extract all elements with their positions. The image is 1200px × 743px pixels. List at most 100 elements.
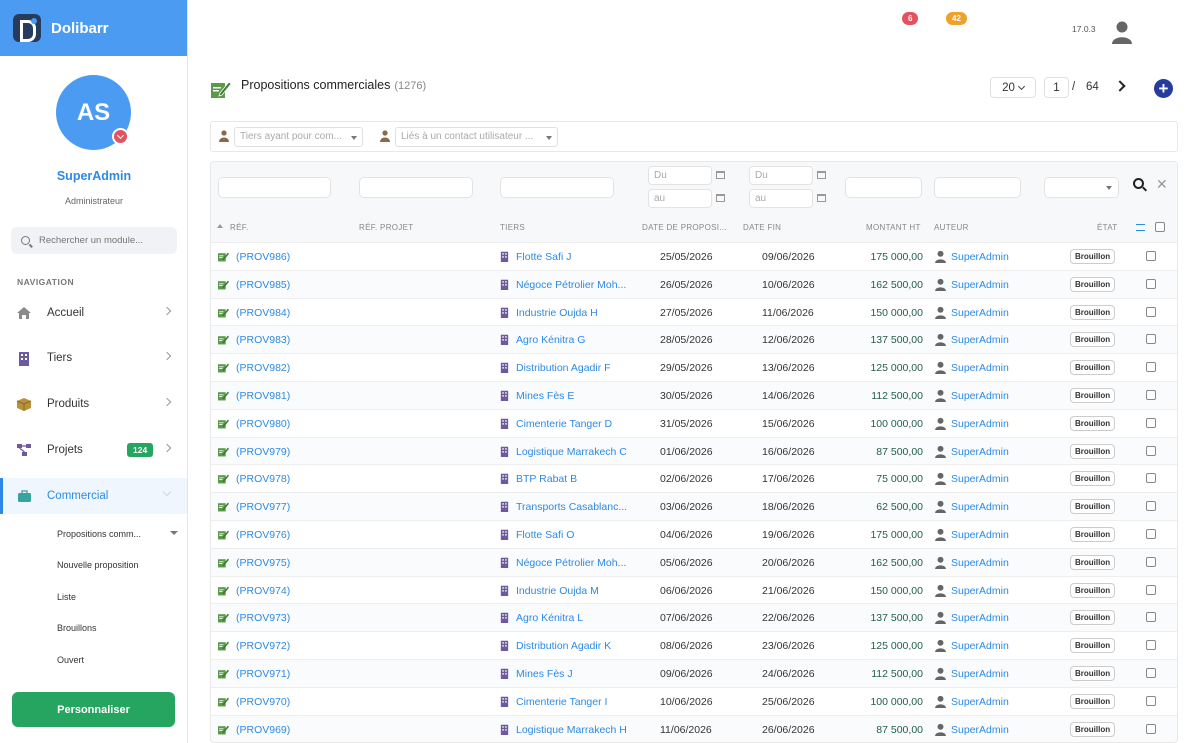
table-row[interactable]: (PROV974) Industrie Oujda M 06/06/2026 21/0… (211, 575, 1177, 604)
row-checkbox[interactable] (1146, 417, 1156, 428)
author-link[interactable]: SuperAdmin (951, 334, 1009, 346)
row-checkbox[interactable] (1146, 501, 1156, 512)
col-date-end[interactable]: DATE FIN (743, 223, 781, 232)
table-row[interactable]: (PROV975) Négoce Pétrolier Moh... 05/06/20… (211, 547, 1177, 576)
row-checkbox[interactable] (1146, 445, 1156, 456)
search-project-input[interactable] (359, 177, 473, 198)
author-link[interactable]: SuperAdmin (951, 529, 1009, 541)
author-link[interactable]: SuperAdmin (951, 418, 1009, 430)
author-link[interactable]: SuperAdmin (951, 696, 1009, 708)
date-prop-to-input[interactable]: au (648, 189, 712, 208)
table-row[interactable]: (PROV970) Cimenterie Tanger I 10/06/2026 25… (211, 686, 1177, 715)
search-icon[interactable] (1133, 178, 1144, 189)
user-menu-icon[interactable] (1112, 20, 1132, 44)
nav-item-accueil[interactable]: Accueil (0, 295, 187, 331)
next-page-icon[interactable] (1114, 80, 1126, 92)
table-row[interactable]: (PROV977) Transports Casablanc... 03/06/20… (211, 492, 1177, 520)
proposal-ref-link[interactable]: (PROV982) (236, 362, 290, 374)
col-amount[interactable]: MONTANT HT (866, 223, 921, 232)
add-proposal-button[interactable]: + (1154, 79, 1173, 98)
proposal-ref-link[interactable]: (PROV972) (236, 640, 290, 652)
brand-header[interactable]: Dolibarr (0, 0, 187, 56)
proposal-ref-link[interactable]: (PROV980) (236, 418, 290, 430)
table-row[interactable]: (PROV973) Agro Kénitra L 07/06/2026 22/06/2… (211, 603, 1177, 632)
tiers-link[interactable]: Agro Kénitra G (516, 334, 585, 346)
tiers-link[interactable]: Flotte Safi O (516, 529, 574, 541)
table-row[interactable]: (PROV981) Mines Fès E 30/05/2026 14/06/2026… (211, 381, 1177, 409)
search-amount-input[interactable] (845, 177, 922, 198)
sub-item-ouvert[interactable]: Ouvert (57, 655, 84, 665)
row-checkbox[interactable] (1146, 251, 1156, 261)
avatar-dropdown-icon[interactable] (112, 128, 129, 145)
tiers-link[interactable]: Agro Kénitra L (516, 612, 583, 624)
row-checkbox[interactable] (1146, 390, 1156, 400)
author-link[interactable]: SuperAdmin (951, 668, 1009, 680)
row-checkbox[interactable] (1146, 278, 1156, 289)
col-status[interactable]: ÉTAT (1097, 223, 1117, 232)
col-ref-project[interactable]: RÉF. PROJET (359, 223, 413, 232)
author-link[interactable]: SuperAdmin (951, 307, 1009, 319)
table-row[interactable]: (PROV969) Logistique Marrakech H 11/06/202… (211, 714, 1177, 742)
table-row[interactable]: (PROV984) Industrie Oujda H 27/05/2026 11/0… (211, 297, 1177, 326)
sort-asc-icon[interactable] (217, 224, 223, 228)
sub-item-liste[interactable]: Liste (57, 592, 76, 602)
author-link[interactable]: SuperAdmin (951, 390, 1009, 402)
author-link[interactable]: SuperAdmin (951, 251, 1009, 263)
tiers-link[interactable]: Distribution Agadir K (516, 640, 611, 652)
table-row[interactable]: (PROV972) Distribution Agadir K 08/06/2026… (211, 631, 1177, 659)
column-list-icon[interactable] (1136, 224, 1145, 231)
table-row[interactable]: (PROV983) Agro Kénitra G 28/05/2026 12/06/2… (211, 325, 1177, 354)
author-link[interactable]: SuperAdmin (951, 473, 1009, 485)
select-all-checkbox[interactable] (1155, 222, 1165, 232)
row-checkbox[interactable] (1146, 668, 1156, 678)
table-row[interactable]: (PROV980) Cimenterie Tanger D 31/05/2026 15… (211, 408, 1177, 437)
customize-button[interactable]: Personnaliser (12, 692, 175, 727)
proposal-ref-link[interactable]: (PROV979) (236, 446, 290, 458)
tiers-link[interactable]: Distribution Agadir F (516, 362, 611, 374)
row-checkbox[interactable] (1146, 334, 1156, 345)
table-row[interactable]: (PROV982) Distribution Agadir F 29/05/2026… (211, 353, 1177, 381)
proposal-ref-link[interactable]: (PROV973) (236, 612, 290, 624)
row-checkbox[interactable] (1146, 695, 1156, 706)
search-status-select[interactable] (1044, 177, 1119, 198)
close-icon[interactable]: ✕ (1156, 176, 1168, 193)
proposal-ref-link[interactable]: (PROV975) (236, 557, 290, 569)
alert-badge[interactable]: 42 (946, 12, 967, 25)
row-checkbox[interactable] (1146, 584, 1156, 595)
col-ref[interactable]: RÉF. (230, 223, 249, 232)
proposal-ref-link[interactable]: (PROV974) (236, 585, 290, 597)
proposal-ref-link[interactable]: (PROV971) (236, 668, 290, 680)
tiers-link[interactable]: Cimenterie Tanger D (516, 418, 612, 430)
search-author-input[interactable] (934, 177, 1021, 198)
row-checkbox[interactable] (1146, 529, 1156, 539)
table-row[interactable]: (PROV986) Flotte Safi J 25/05/2026 09/06/20… (211, 242, 1177, 270)
calendar-icon[interactable] (817, 171, 826, 179)
tiers-link[interactable]: Flotte Safi J (516, 251, 571, 263)
proposal-ref-link[interactable]: (PROV985) (236, 279, 290, 291)
tiers-link[interactable]: Mines Fès E (516, 390, 574, 402)
tiers-link[interactable]: BTP Rabat B (516, 473, 577, 485)
col-date-prop[interactable]: DATE DE PROPOSI... (642, 223, 727, 232)
proposal-ref-link[interactable]: (PROV977) (236, 501, 290, 513)
proposal-ref-link[interactable]: (PROV984) (236, 307, 290, 319)
nav-item-tiers[interactable]: Tiers (0, 340, 187, 376)
tiers-link[interactable]: Transports Casablanc... (516, 501, 627, 513)
proposal-ref-link[interactable]: (PROV976) (236, 529, 290, 541)
tiers-link[interactable]: Logistique Marrakech C (516, 446, 627, 458)
date-end-from-input[interactable]: Du (749, 166, 813, 185)
notification-badge[interactable]: 6 (902, 12, 919, 25)
search-tiers-input[interactable] (500, 177, 614, 198)
table-row[interactable]: (PROV979) Logistique Marrakech C 01/06/202… (211, 436, 1177, 465)
table-row[interactable]: (PROV985) Négoce Pétrolier Moh... 26/05/20… (211, 269, 1177, 298)
tiers-link[interactable]: Logistique Marrakech H (516, 724, 627, 736)
per-page-select[interactable]: 20 (990, 77, 1036, 98)
table-row[interactable]: (PROV971) Mines Fès J 09/06/2026 24/06/2026… (211, 659, 1177, 687)
caret-down-icon[interactable] (170, 531, 178, 535)
contact-filter-select[interactable]: Liés à un contact utilisateur ... (395, 127, 558, 147)
author-link[interactable]: SuperAdmin (951, 640, 1009, 652)
author-link[interactable]: SuperAdmin (951, 446, 1009, 458)
author-link[interactable]: SuperAdmin (951, 585, 1009, 597)
author-link[interactable]: SuperAdmin (951, 501, 1009, 513)
nav-item-commercial[interactable]: Commercial (0, 478, 187, 514)
calendar-icon[interactable] (716, 171, 725, 179)
